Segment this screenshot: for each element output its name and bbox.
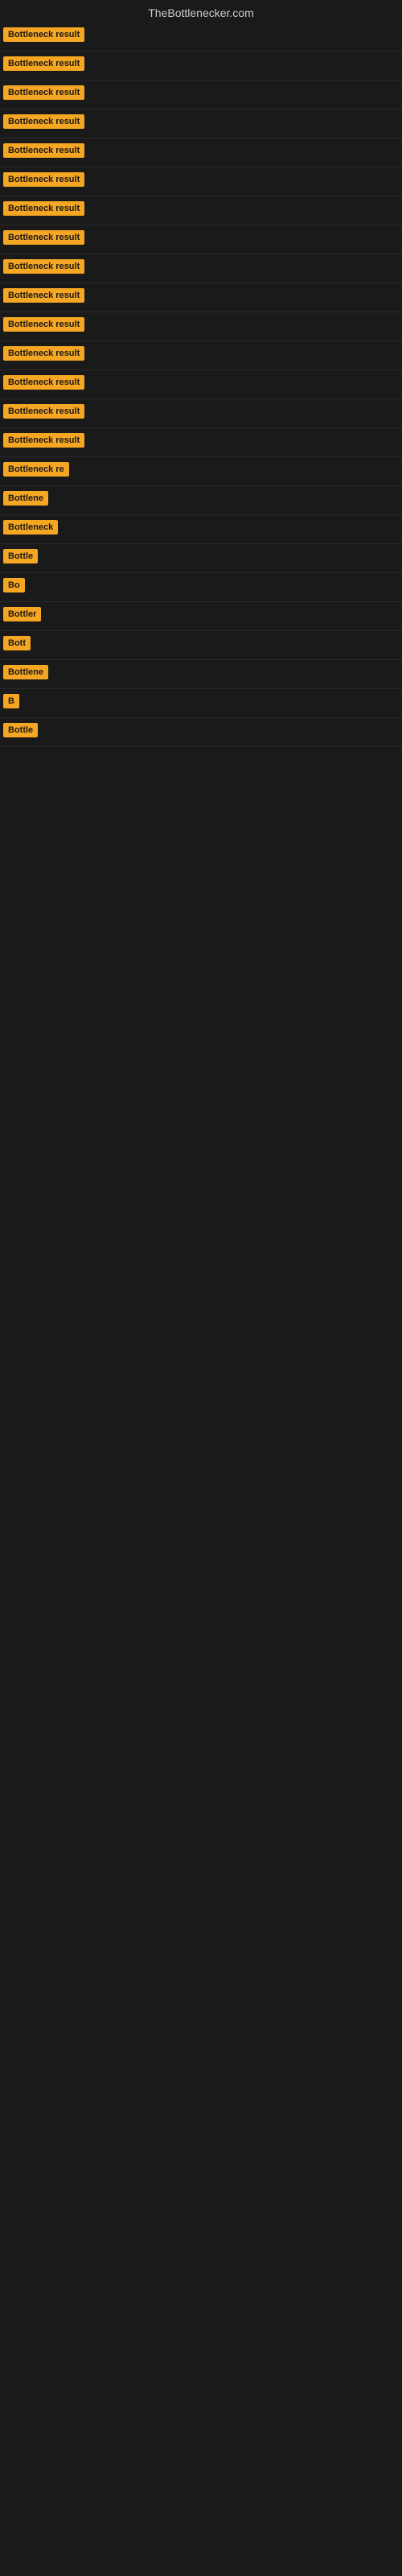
results-list: Bottleneck result Bottleneck result Bottle… bbox=[0, 23, 402, 747]
bottleneck-result-badge[interactable]: Bottleneck result bbox=[3, 85, 84, 100]
list-item: Bottleneck result bbox=[0, 283, 402, 312]
bottleneck-result-badge[interactable]: Bott bbox=[3, 636, 31, 650]
list-item: Bottler bbox=[0, 602, 402, 631]
bottleneck-result-badge[interactable]: Bottleneck result bbox=[3, 230, 84, 245]
list-item: Bo bbox=[0, 573, 402, 602]
bottleneck-result-badge[interactable]: Bottleneck result bbox=[3, 172, 84, 187]
list-item: Bottleneck result bbox=[0, 341, 402, 370]
list-item: Bottleneck result bbox=[0, 312, 402, 341]
list-item: Bottleneck re bbox=[0, 457, 402, 486]
list-item: Bottleneck result bbox=[0, 52, 402, 80]
bottleneck-result-badge[interactable]: B bbox=[3, 694, 19, 708]
list-item: Bottleneck result bbox=[0, 399, 402, 428]
bottleneck-result-badge[interactable]: Bottle bbox=[3, 549, 38, 564]
list-item: Bottleneck result bbox=[0, 370, 402, 399]
bottleneck-result-badge[interactable]: Bottleneck result bbox=[3, 346, 84, 361]
list-item: Bottleneck result bbox=[0, 167, 402, 196]
list-item: Bottleneck result bbox=[0, 254, 402, 283]
bottleneck-result-badge[interactable]: Bottleneck result bbox=[3, 201, 84, 216]
site-header: TheBottlenecker.com bbox=[0, 0, 402, 23]
list-item: Bottle bbox=[0, 544, 402, 573]
list-item: Bottlene bbox=[0, 486, 402, 515]
list-item: Bottleneck result bbox=[0, 225, 402, 254]
list-item: Bottlene bbox=[0, 660, 402, 689]
bottleneck-result-badge[interactable]: Bottleneck result bbox=[3, 288, 84, 303]
list-item: Bottleneck result bbox=[0, 138, 402, 167]
bottleneck-result-badge[interactable]: Bottle bbox=[3, 723, 38, 737]
bottleneck-result-badge[interactable]: Bottleneck result bbox=[3, 317, 84, 332]
bottleneck-result-badge[interactable]: Bottleneck result bbox=[3, 56, 84, 71]
bottleneck-result-badge[interactable]: Bottleneck result bbox=[3, 404, 84, 419]
bottleneck-result-badge[interactable]: Bottleneck result bbox=[3, 433, 84, 448]
bottleneck-result-badge[interactable]: Bottlene bbox=[3, 665, 48, 679]
list-item: Bottleneck result bbox=[0, 23, 402, 52]
list-item: Bottleneck result bbox=[0, 109, 402, 138]
list-item: Bott bbox=[0, 631, 402, 660]
bottleneck-result-badge[interactable]: Bottler bbox=[3, 607, 41, 621]
bottleneck-result-badge[interactable]: Bottleneck result bbox=[3, 143, 84, 158]
bottleneck-result-badge[interactable]: Bottleneck result bbox=[3, 114, 84, 129]
bottleneck-result-badge[interactable]: Bottleneck result bbox=[3, 27, 84, 42]
list-item: Bottleneck bbox=[0, 515, 402, 544]
bottleneck-result-badge[interactable]: Bottleneck result bbox=[3, 375, 84, 390]
list-item: Bottle bbox=[0, 718, 402, 747]
site-title: TheBottlenecker.com bbox=[0, 0, 402, 23]
bottleneck-result-badge[interactable]: Bottleneck result bbox=[3, 259, 84, 274]
list-item: B bbox=[0, 689, 402, 718]
list-item: Bottleneck result bbox=[0, 80, 402, 109]
bottleneck-result-badge[interactable]: Bottlene bbox=[3, 491, 48, 506]
bottleneck-result-badge[interactable]: Bo bbox=[3, 578, 25, 592]
list-item: Bottleneck result bbox=[0, 196, 402, 225]
bottleneck-result-badge[interactable]: Bottleneck bbox=[3, 520, 58, 535]
list-item: Bottleneck result bbox=[0, 428, 402, 457]
bottleneck-result-badge[interactable]: Bottleneck re bbox=[3, 462, 69, 477]
